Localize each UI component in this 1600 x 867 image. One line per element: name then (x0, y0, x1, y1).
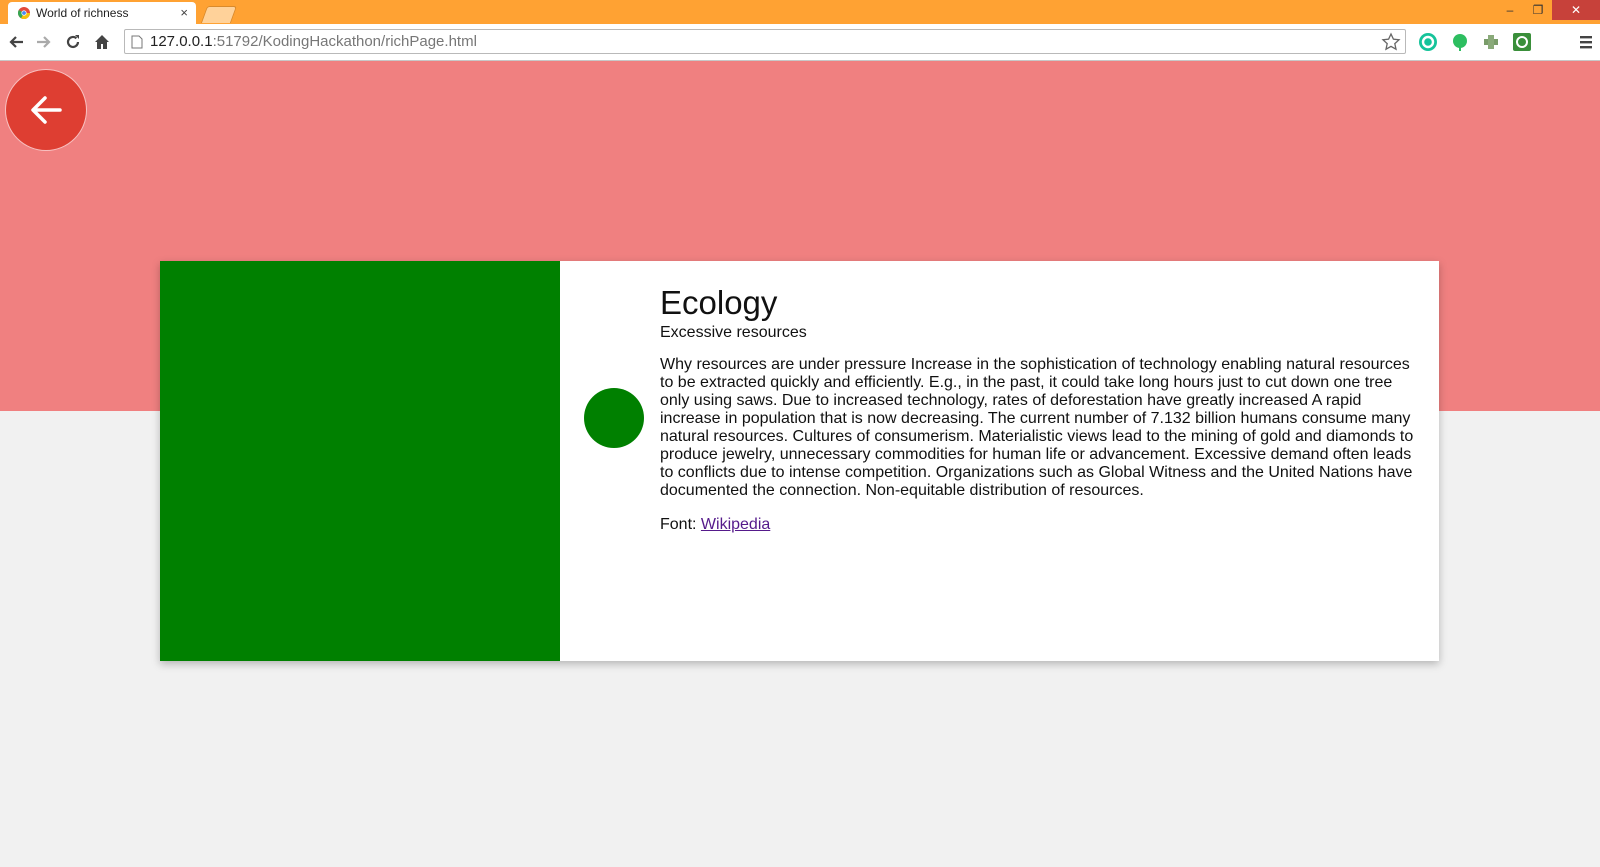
url-host: 127.0.0.1 (150, 33, 213, 50)
tab-close-icon[interactable]: × (180, 2, 188, 24)
new-tab-button[interactable] (200, 6, 238, 23)
bookmark-star-icon[interactable] (1381, 32, 1401, 52)
reload-icon[interactable] (62, 31, 84, 53)
url-text: 127.0.0.1:51792/KodingHackathon/richPage… (150, 30, 477, 53)
minimize-button[interactable]: – (1496, 0, 1524, 20)
wikipedia-link[interactable]: Wikipedia (701, 516, 770, 533)
card-image (160, 261, 560, 661)
card-content: Ecology Excessive resources Why resource… (660, 283, 1420, 534)
browser-tab[interactable]: World of richness × (8, 2, 196, 24)
browser-toolbar: 127.0.0.1:51792/KodingHackathon/richPage… (0, 24, 1600, 61)
grammarly-extension-icon[interactable] (1418, 32, 1438, 52)
url-path: :51792/KodingHackathon/richPage.html (212, 33, 477, 50)
page-icon (131, 35, 143, 49)
evernote-extension-icon[interactable] (1450, 32, 1470, 52)
address-bar[interactable]: 127.0.0.1:51792/KodingHackathon/richPage… (124, 29, 1406, 54)
tab-title: World of richness (36, 6, 129, 20)
browser-titlebar: World of richness × – ❐ ✕ (0, 0, 1600, 24)
card-avatar-dot (584, 388, 644, 448)
close-window-button[interactable]: ✕ (1552, 0, 1600, 20)
info-card: Ecology Excessive resources Why resource… (160, 261, 1439, 661)
card-subtitle: Excessive resources (660, 324, 807, 341)
back-nav-icon[interactable] (5, 31, 27, 53)
puzzle-extension-icon[interactable] (1481, 32, 1501, 52)
chrome-favicon-icon (18, 7, 30, 19)
card-body: Why resources are under pressure Increas… (660, 356, 1414, 499)
screenshot-extension-icon[interactable] (1512, 32, 1532, 52)
menu-icon[interactable] (1576, 32, 1596, 52)
card-source: Font: Wikipedia (660, 516, 1420, 534)
home-icon[interactable] (91, 31, 113, 53)
maximize-button[interactable]: ❐ (1524, 0, 1552, 20)
arrow-left-icon (31, 96, 62, 124)
back-button[interactable] (6, 70, 86, 150)
card-title: Ecology (660, 284, 778, 321)
forward-nav-icon[interactable] (33, 31, 55, 53)
source-label: Font: (660, 516, 697, 533)
